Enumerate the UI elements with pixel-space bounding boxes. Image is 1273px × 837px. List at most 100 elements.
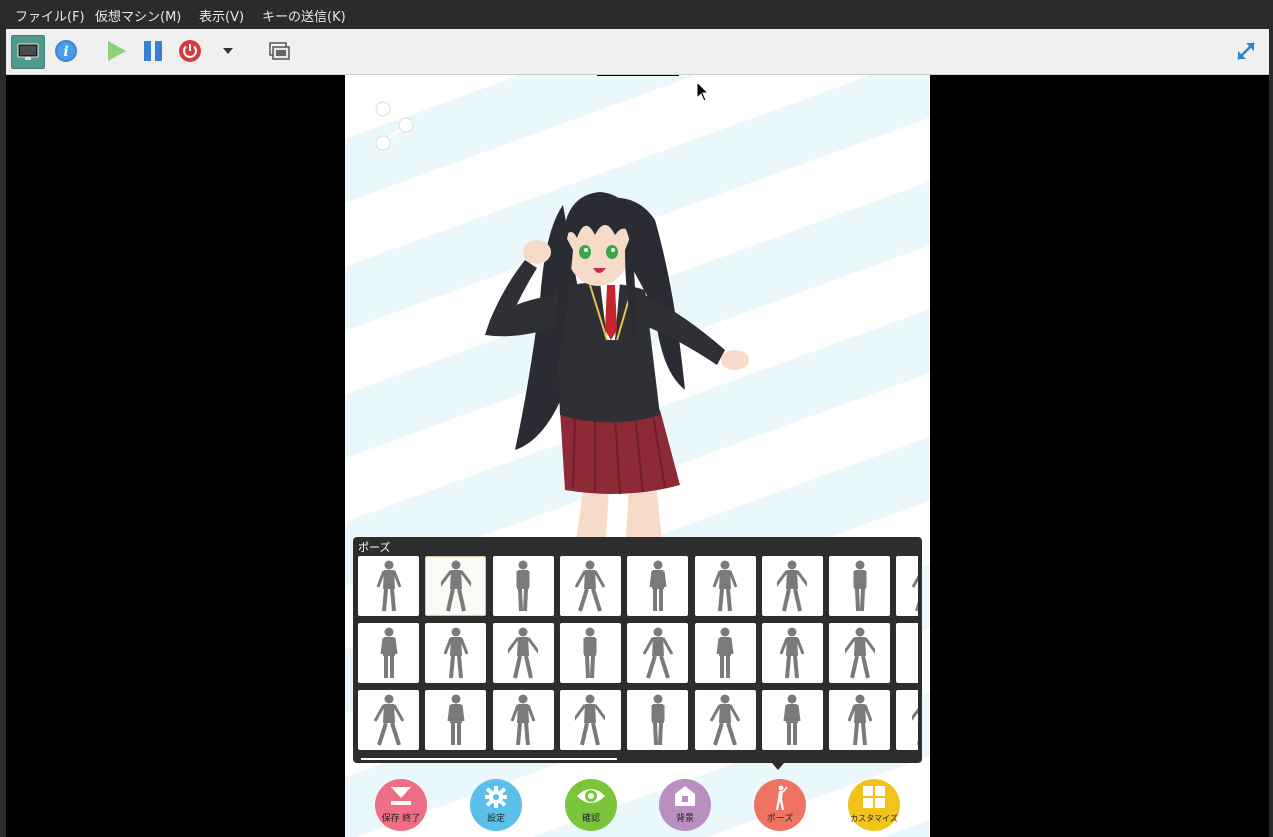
pose-thumbnail[interactable] [896, 690, 918, 750]
pose-silhouette-icon [853, 560, 867, 612]
gear-icon [485, 786, 507, 808]
confirm-button[interactable]: 確認 [565, 779, 617, 831]
pose-thumbnail[interactable] [492, 690, 554, 750]
pose-silhouette-icon [912, 626, 918, 680]
pose-thumbnail[interactable] [559, 556, 621, 616]
power-dropdown-button[interactable] [213, 36, 243, 66]
share-icon [375, 101, 414, 151]
character-figure [485, 192, 749, 550]
pose-silhouette-icon [440, 560, 471, 612]
pose-silhouette-icon [710, 694, 740, 746]
pause-icon [144, 41, 162, 61]
pose-silhouette-icon [777, 560, 808, 612]
top-line [597, 75, 679, 76]
pose-silhouette-icon [783, 694, 801, 745]
play-button[interactable] [101, 36, 131, 66]
pose-thumbnail[interactable] [761, 690, 823, 750]
pose-thumbnail[interactable] [559, 690, 621, 750]
screenshot-icon [269, 42, 290, 60]
settings-button[interactable]: 設定 [470, 779, 522, 831]
vm-toolbar: i [6, 29, 1269, 75]
settings-label: 設定 [486, 814, 505, 824]
menu-vm[interactable]: 仮想マシン(M) [95, 6, 181, 25]
save-exit-button[interactable]: 保存 終了 [375, 779, 427, 831]
fullscreen-button[interactable] [1231, 36, 1261, 66]
pose-panel: ポーズ [353, 537, 922, 763]
pose-silhouette-icon [443, 627, 469, 679]
save-icon [391, 787, 411, 805]
pose-thumbnail[interactable] [694, 690, 756, 750]
pose-thumbnail[interactable] [829, 556, 891, 616]
pose-silhouette-icon [712, 560, 738, 612]
screenshot-button[interactable] [264, 36, 294, 66]
pose-thumbnail[interactable] [761, 556, 823, 616]
pose-panel-title: ポーズ [358, 541, 391, 554]
pose-silhouette-icon [911, 574, 918, 612]
pose-silhouette-icon [575, 694, 606, 746]
pose-silhouette-icon [516, 560, 530, 612]
pose-thumbnail[interactable] [492, 623, 554, 683]
share-button[interactable] [373, 101, 417, 155]
info-icon: i [55, 40, 77, 62]
info-button[interactable]: i [51, 36, 81, 66]
pose-silhouette-icon [583, 627, 597, 679]
pose-thumbnail[interactable] [358, 556, 419, 616]
pose-figure-icon [776, 785, 788, 810]
menu-send-key[interactable]: キーの送信(K) [262, 6, 346, 25]
pose-thumbnail[interactable] [425, 556, 487, 616]
pose-silhouette-icon [847, 694, 872, 746]
pose-thumbnail[interactable] [829, 690, 891, 750]
pose-silhouette-icon [651, 694, 665, 746]
pose-silhouette-icon [380, 627, 397, 678]
customize-button[interactable]: カスタマイズ [848, 779, 900, 831]
pose-thumbnail[interactable] [358, 690, 419, 750]
grid-icon [863, 786, 885, 808]
svg-text:i: i [63, 44, 68, 60]
background-label: 背景 [675, 814, 694, 824]
pose-thumbnail[interactable] [425, 690, 487, 750]
pose-thumbnail[interactable] [896, 623, 918, 683]
pose-thumbnail[interactable] [425, 623, 487, 683]
pose-silhouette-icon [575, 560, 606, 612]
pose-thumbnail[interactable] [627, 556, 689, 616]
pose-silhouette-icon [642, 627, 673, 679]
game-viewport[interactable]: ポーズ 保存 終了 設定 確認 背景 ポーズ カスタマイズ [345, 75, 930, 837]
pose-thumbnail[interactable] [627, 623, 689, 683]
pose-thumbnail[interactable] [829, 623, 891, 683]
pose-thumbnail[interactable] [627, 690, 689, 750]
pose-silhouette-icon [447, 694, 465, 745]
menu-file[interactable]: ファイル(F) [15, 6, 85, 25]
pose-label: ポーズ [766, 814, 794, 824]
dropdown-icon [223, 48, 233, 54]
pose-silhouette-icon [376, 560, 401, 612]
pose-button[interactable]: ポーズ [754, 779, 806, 831]
pose-silhouette-icon [508, 627, 539, 679]
pose-thumbnail[interactable] [358, 623, 419, 683]
pose-silhouette-icon [716, 627, 734, 678]
confirm-label: 確認 [581, 814, 600, 824]
pose-silhouette-icon [649, 560, 667, 611]
customize-label: カスタマイズ [850, 814, 898, 823]
pose-thumbnail[interactable] [761, 623, 823, 683]
pose-thumbnail[interactable] [896, 556, 918, 616]
pose-thumbnail[interactable] [694, 556, 756, 616]
background-button[interactable]: 背景 [659, 779, 711, 831]
menu-view[interactable]: 表示(V) [199, 6, 244, 25]
menu-bar: ファイル(F) 仮想マシン(M) 表示(V) キーの送信(K) [0, 0, 1273, 29]
pose-panel-pointer [772, 763, 784, 770]
character-model[interactable] [485, 190, 775, 554]
monitor-button[interactable] [11, 35, 45, 69]
mouse-cursor [696, 81, 710, 102]
pose-silhouette-icon [911, 707, 918, 745]
pose-thumbnail[interactable] [492, 556, 554, 616]
pause-button[interactable] [138, 36, 168, 66]
house-icon [675, 786, 695, 806]
pose-scrollbar[interactable] [361, 758, 617, 760]
pose-thumbnail[interactable] [694, 623, 756, 683]
play-icon [108, 41, 126, 61]
power-button[interactable] [175, 36, 205, 66]
pose-thumbnail[interactable] [559, 623, 621, 683]
pose-silhouette-icon [844, 627, 875, 679]
save-exit-label: 保存 終了 [381, 814, 421, 824]
eye-icon [577, 789, 605, 803]
